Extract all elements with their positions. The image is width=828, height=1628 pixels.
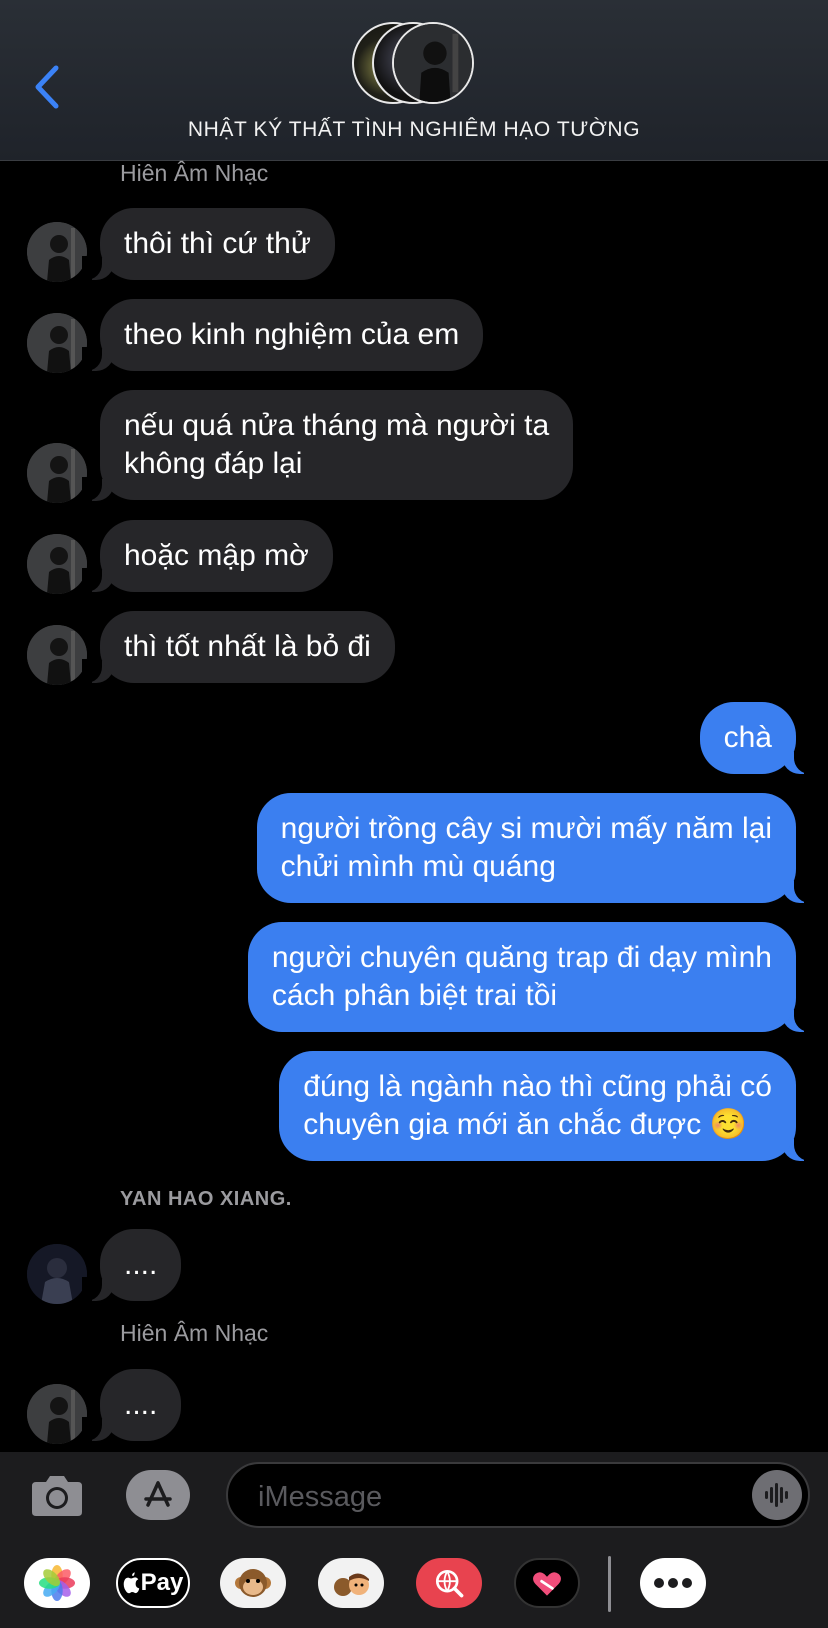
compose-bar xyxy=(0,1452,828,1538)
person-icon xyxy=(27,313,87,373)
message-bubble-outgoing[interactable]: người trồng cây si mười mấy năm lại chửi… xyxy=(256,793,796,903)
app-store-icon xyxy=(144,1481,172,1507)
app-strip-divider xyxy=(608,1556,611,1612)
apple-pay-label: Pay xyxy=(140,1569,184,1596)
sender-name: Hiên Âm Nhạc xyxy=(120,1320,269,1346)
message-bubble-outgoing[interactable]: đúng là ngành nào thì cũng phải có chuyê… xyxy=(279,1051,796,1161)
person-icon xyxy=(27,443,87,503)
monkey-icon xyxy=(235,1569,271,1597)
memoji-icon xyxy=(334,1573,369,1596)
person-icon xyxy=(27,625,87,685)
message-bubble-outgoing[interactable]: chà xyxy=(699,702,796,774)
avatar xyxy=(27,313,87,373)
waveform-icon xyxy=(765,1483,788,1507)
person-icon xyxy=(27,222,87,282)
avatar xyxy=(27,1384,87,1444)
camera-icon xyxy=(32,1476,82,1516)
back-button[interactable] xyxy=(30,62,64,112)
group-avatars[interactable] xyxy=(352,22,482,108)
avatar xyxy=(27,534,87,594)
memoji-stickers-button[interactable] xyxy=(318,1558,384,1608)
photos-icon xyxy=(38,1564,76,1602)
person-icon xyxy=(27,1244,87,1304)
heart-touch-icon xyxy=(533,1572,561,1596)
more-apps-button[interactable] xyxy=(640,1558,706,1608)
avatar xyxy=(27,625,87,685)
camera-button[interactable] xyxy=(30,1472,84,1518)
web-images-button[interactable] xyxy=(416,1558,482,1608)
thread-title: NHẬT KÝ THẤT TÌNH NGHIÊM HẠO TƯỜNG xyxy=(187,118,641,141)
message-bubble-incoming[interactable]: thì tốt nhất là bỏ đi xyxy=(100,611,395,683)
group-avatar-3 xyxy=(392,22,474,104)
digital-touch-button[interactable] xyxy=(514,1558,580,1608)
person-icon xyxy=(394,24,472,102)
person-icon xyxy=(27,1384,87,1444)
avatar xyxy=(27,443,87,503)
ellipsis-icon xyxy=(654,1578,692,1588)
photos-app-button[interactable] xyxy=(24,1558,90,1608)
message-bubble-incoming[interactable]: .... xyxy=(100,1229,182,1301)
avatar xyxy=(27,222,87,282)
animoji-button[interactable] xyxy=(220,1558,286,1608)
app-store-button[interactable] xyxy=(126,1470,190,1520)
sender-name: Hiên Âm Nhạc xyxy=(120,160,269,186)
globe-search-icon xyxy=(435,1569,464,1598)
sender-name: YAN HAO XIANG. xyxy=(120,1188,292,1210)
chevron-left-icon xyxy=(35,65,59,109)
message-bubble-incoming[interactable]: theo kinh nghiệm của em xyxy=(100,299,484,371)
person-icon xyxy=(27,534,87,594)
imessage-app-strip: Pay xyxy=(0,1538,828,1628)
apple-icon xyxy=(123,1572,139,1594)
conversation-header: NHẬT KÝ THẤT TÌNH NGHIÊM HẠO TƯỜNG xyxy=(0,0,828,161)
audio-message-button[interactable] xyxy=(752,1470,802,1520)
apple-pay-button[interactable]: Pay xyxy=(116,1558,190,1608)
message-bubble-incoming[interactable]: .... xyxy=(100,1369,182,1441)
message-bubble-incoming[interactable]: hoặc mập mờ xyxy=(100,520,333,592)
message-bubble-outgoing[interactable]: người chuyên quăng trap đi dạy mình cách… xyxy=(247,922,796,1032)
message-bubble-incoming[interactable]: thôi thì cứ thử xyxy=(100,208,335,280)
message-bubble-incoming[interactable]: nếu quá nửa tháng mà người ta không đáp … xyxy=(100,390,574,500)
message-input-container xyxy=(226,1462,810,1528)
message-input[interactable] xyxy=(256,1476,720,1518)
avatar xyxy=(27,1244,87,1304)
